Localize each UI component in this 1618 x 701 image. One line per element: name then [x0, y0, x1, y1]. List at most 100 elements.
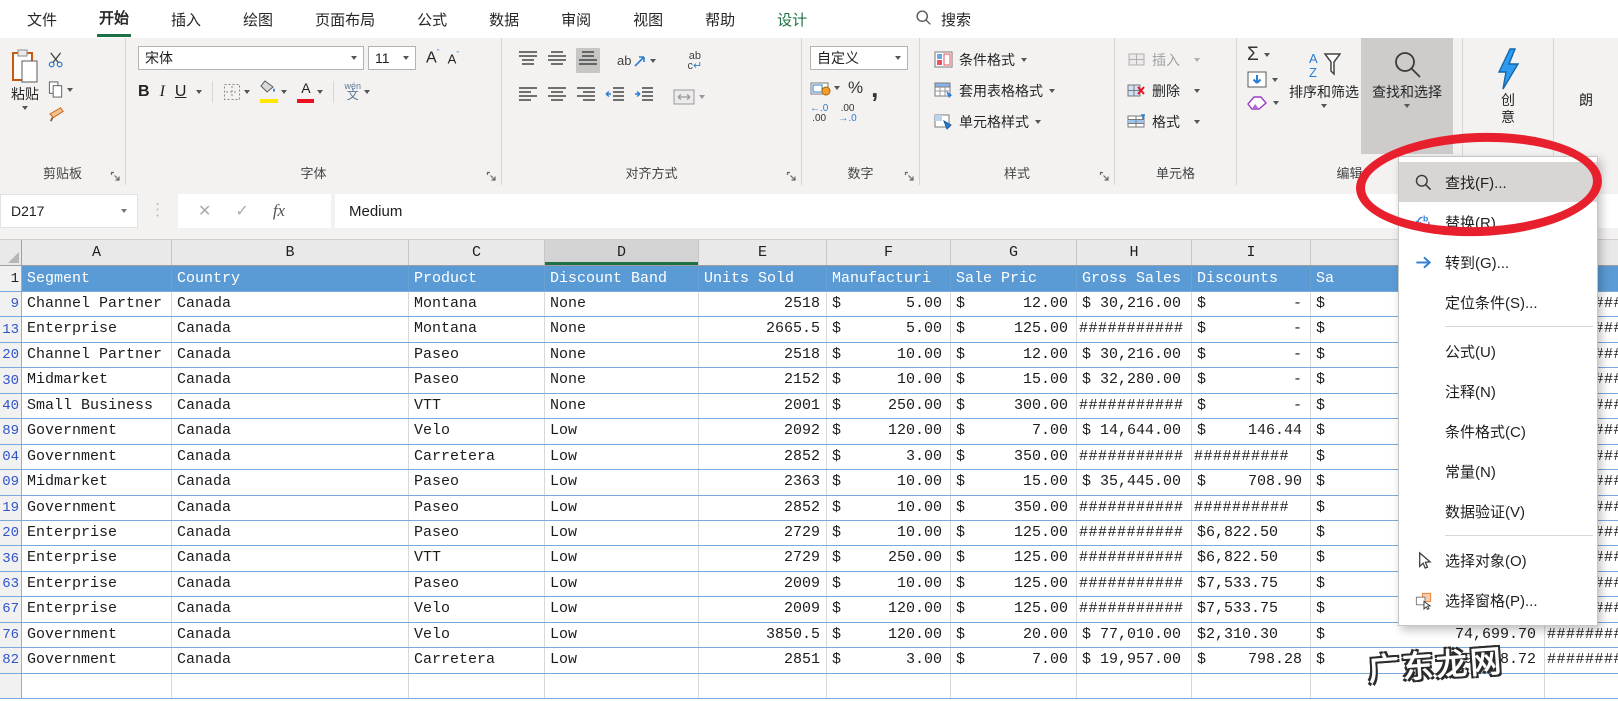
- align-left-button[interactable]: [518, 86, 538, 107]
- cell[interactable]: $10.00: [827, 495, 951, 520]
- cell[interactable]: $10.00: [827, 470, 951, 495]
- percent-style-button[interactable]: %: [848, 78, 863, 98]
- cell[interactable]: $5.00: [827, 317, 951, 342]
- cell[interactable]: Low: [545, 622, 699, 648]
- cell[interactable]: Discounts: [1192, 266, 1311, 291]
- cell[interactable]: $7.00: [951, 648, 1077, 673]
- cell[interactable]: Paseo: [409, 342, 545, 368]
- cell[interactable]: 2009: [699, 571, 827, 597]
- cell[interactable]: Low: [545, 648, 699, 673]
- grow-font-button[interactable]: Aˆ: [426, 48, 440, 67]
- cell[interactable]: Country: [172, 266, 409, 291]
- cell[interactable]: $ -: [1192, 393, 1311, 419]
- increase-decimal-button[interactable]: ←.0.00: [810, 104, 828, 124]
- increase-indent-button[interactable]: [634, 86, 654, 107]
- cell[interactable]: $15.00: [951, 368, 1077, 393]
- cell[interactable]: Paseo: [409, 520, 545, 546]
- cell[interactable]: $125.00: [951, 520, 1077, 546]
- find-select-button[interactable]: 查找和选择: [1361, 38, 1453, 154]
- enter-icon[interactable]: ✓: [235, 201, 248, 221]
- shrink-font-button[interactable]: Aˇ: [448, 50, 460, 66]
- cell[interactable]: $ 77,010.00: [1077, 622, 1192, 648]
- row-number[interactable]: 19: [0, 495, 22, 520]
- format-painter-button[interactable]: [48, 106, 73, 127]
- cell[interactable]: Velo: [409, 419, 545, 444]
- cell[interactable]: Channel Partner: [22, 292, 172, 317]
- cell[interactable]: Midmarket: [22, 368, 172, 393]
- cell[interactable]: [1545, 674, 1618, 698]
- cell[interactable]: Paseo: [409, 495, 545, 520]
- align-right-button[interactable]: [576, 86, 596, 107]
- row-number[interactable]: 04: [0, 444, 22, 470]
- dialog-launcher-icon[interactable]: [1099, 169, 1110, 181]
- font-size-combobox[interactable]: 11: [368, 46, 416, 70]
- cell[interactable]: Canada: [172, 393, 409, 419]
- cell[interactable]: Enterprise: [22, 597, 172, 622]
- cell[interactable]: 2852: [699, 444, 827, 470]
- cell[interactable]: Canada: [172, 368, 409, 393]
- column-header[interactable]: H: [1077, 240, 1192, 265]
- cell[interactable]: $7,533.75: [1192, 597, 1311, 622]
- ideas-button[interactable]: 创意: [1463, 38, 1553, 158]
- cell[interactable]: $ 32,280.00: [1077, 368, 1192, 393]
- menu-item[interactable]: 选择对象(O): [1399, 540, 1597, 580]
- cell[interactable]: Canada: [172, 444, 409, 470]
- decrease-decimal-button[interactable]: .00 →.0: [838, 104, 856, 124]
- cell[interactable]: Carretera: [409, 444, 545, 470]
- align-bottom-button[interactable]: [576, 48, 600, 73]
- column-header[interactable]: D: [545, 240, 699, 265]
- cell[interactable]: $19,158.72: [1311, 648, 1545, 673]
- cell[interactable]: Discount Band: [545, 266, 699, 291]
- row-number[interactable]: 1: [0, 266, 22, 291]
- menu-item[interactable]: 选择窗格(P)...: [1399, 580, 1597, 620]
- autosum-button[interactable]: Σ: [1247, 45, 1279, 64]
- phonetic-guide-button[interactable]: wén 文: [344, 82, 370, 101]
- cell[interactable]: Government: [22, 648, 172, 673]
- ribbon-tab[interactable]: 插入: [150, 0, 222, 38]
- cell[interactable]: $120.00: [827, 419, 951, 444]
- cell[interactable]: [545, 673, 699, 698]
- cell[interactable]: $7,533.75: [1192, 571, 1311, 597]
- insert-cells-button[interactable]: 插入: [1127, 46, 1236, 73]
- cell[interactable]: [951, 673, 1077, 698]
- cell-styles-button[interactable]: 单元格样式: [934, 108, 1114, 135]
- cell[interactable]: 2518: [699, 342, 827, 368]
- wrap-text-button[interactable]: ab c↵: [687, 50, 702, 71]
- cell[interactable]: Channel Partner: [22, 342, 172, 368]
- cell[interactable]: Government: [22, 419, 172, 444]
- cell[interactable]: $125.00: [951, 571, 1077, 597]
- cell[interactable]: Enterprise: [22, 571, 172, 597]
- cell[interactable]: $125.00: [951, 597, 1077, 622]
- cell[interactable]: 2092: [699, 419, 827, 444]
- cell[interactable]: Midmarket: [22, 470, 172, 495]
- ribbon-tab[interactable]: 审阅: [540, 0, 612, 38]
- cell[interactable]: $125.00: [951, 546, 1077, 571]
- cell[interactable]: $146.44: [1192, 419, 1311, 444]
- cell[interactable]: 2152: [699, 368, 827, 393]
- cell[interactable]: Paseo: [409, 368, 545, 393]
- cell[interactable]: Canada: [172, 520, 409, 546]
- font-name-combobox[interactable]: 宋体: [138, 46, 364, 70]
- cell[interactable]: Gross Sales: [1077, 266, 1192, 291]
- cell[interactable]: ###########: [1077, 393, 1192, 419]
- ribbon-tab[interactable]: 视图: [612, 0, 684, 38]
- cell[interactable]: None: [545, 317, 699, 342]
- cell[interactable]: $ -: [1192, 368, 1311, 393]
- cell[interactable]: Units Sold: [699, 266, 827, 291]
- cell[interactable]: $10.00: [827, 368, 951, 393]
- cell[interactable]: $10.00: [827, 342, 951, 368]
- ribbon-search[interactable]: 搜索: [915, 0, 971, 38]
- underline-button[interactable]: U: [175, 83, 187, 101]
- cell[interactable]: Carretera: [409, 648, 545, 673]
- cell[interactable]: $300.00: [951, 393, 1077, 419]
- cell[interactable]: Low: [545, 597, 699, 622]
- cell[interactable]: $6,822.50: [1192, 546, 1311, 571]
- cell[interactable]: Enterprise: [22, 546, 172, 571]
- cell[interactable]: Canada: [172, 648, 409, 673]
- cell[interactable]: Montana: [409, 292, 545, 317]
- cell[interactable]: 2518: [699, 292, 827, 317]
- cell[interactable]: Sale Pric: [951, 266, 1077, 291]
- cell[interactable]: None: [545, 292, 699, 317]
- cell[interactable]: VTT: [409, 546, 545, 571]
- cell[interactable]: $250.00: [827, 393, 951, 419]
